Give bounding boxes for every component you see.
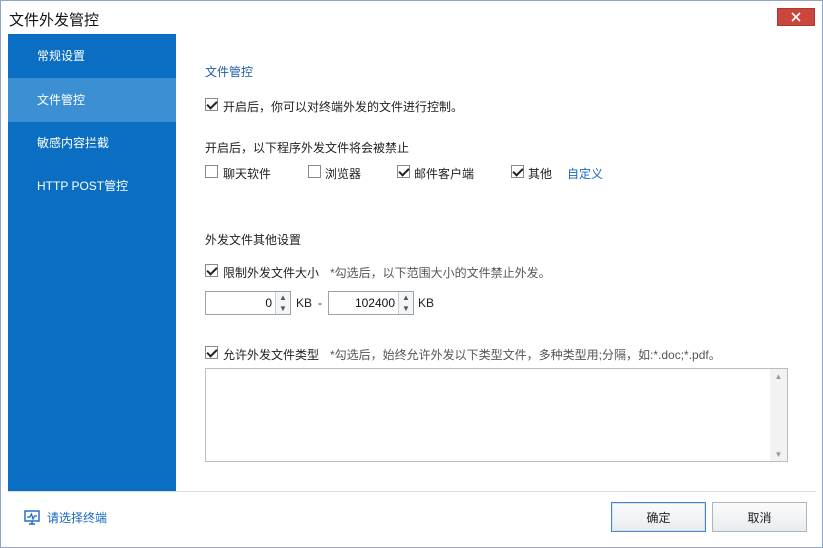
allow-types-label: 允许外发文件类型: [223, 348, 320, 362]
cancel-button[interactable]: 取消: [712, 502, 807, 532]
textarea-scrollbar[interactable]: ▲ ▼: [770, 369, 787, 461]
email-client-label: 邮件客户端: [414, 167, 475, 181]
sidebar-item-label: HTTP POST管控: [37, 179, 129, 193]
sidebar-nav: 常规设置 文件管控 敏感内容拦截 HTTP POST管控: [8, 34, 176, 491]
chat-software-checkbox[interactable]: [205, 165, 218, 178]
scroll-up-icon[interactable]: ▲: [770, 369, 787, 383]
sidebar-item-label: 常规设置: [37, 49, 86, 63]
min-size-value: 0: [265, 296, 272, 310]
select-terminal-label: 请选择终端: [47, 511, 108, 525]
programs-heading: 开启后，以下程序外发文件将会被禁止: [205, 141, 410, 155]
close-icon: [791, 12, 801, 22]
stepper-up-icon[interactable]: ▲: [276, 292, 290, 303]
chat-software-label: 聊天软件: [223, 167, 272, 181]
max-size-stepper: ▲ ▼: [398, 292, 413, 314]
stepper-up-icon[interactable]: ▲: [399, 292, 413, 303]
other-label: 其他: [528, 167, 553, 181]
sidebar-item-file-control[interactable]: 文件管控: [8, 78, 176, 122]
max-size-spinbox[interactable]: 102400 ▲ ▼: [328, 291, 414, 315]
ok-button-label: 确定: [646, 510, 671, 525]
limit-size-checkbox[interactable]: [205, 264, 218, 277]
min-size-spinbox[interactable]: 0 ▲ ▼: [205, 291, 291, 315]
sidebar-item-http-post[interactable]: HTTP POST管控: [8, 164, 176, 208]
section-title: 文件管控: [205, 65, 254, 79]
limit-size-label: 限制外发文件大小: [223, 266, 320, 280]
allow-types-checkbox[interactable]: [205, 346, 218, 359]
other-checkbox[interactable]: [511, 165, 524, 178]
stepper-down-icon[interactable]: ▼: [399, 303, 413, 314]
select-terminal-link[interactable]: 请选择终端: [24, 509, 107, 526]
sidebar-item-general[interactable]: 常规设置: [8, 34, 176, 78]
cancel-button-label: 取消: [747, 510, 772, 525]
dialog-footer: 请选择终端 确定 取消: [8, 491, 816, 543]
settings-panel: 文件管控 开启后，你可以对终端外发的文件进行控制。 开启后，以下程序外发文件将会…: [176, 34, 816, 491]
sidebar-item-label: 文件管控: [37, 93, 86, 107]
sidebar-item-label: 敏感内容拦截: [37, 136, 110, 150]
enable-file-control-checkbox[interactable]: [205, 98, 218, 111]
min-size-unit: KB: [296, 296, 313, 310]
other-settings-heading: 外发文件其他设置: [205, 233, 302, 247]
customize-link[interactable]: 自定义: [567, 165, 603, 182]
window-title: 文件外发管控: [9, 12, 100, 29]
min-size-stepper: ▲ ▼: [275, 292, 290, 314]
limit-size-hint: *勾选后，以下范围大小的文件禁止外发。: [330, 266, 551, 280]
allowed-types-textarea[interactable]: ▲ ▼: [205, 368, 788, 462]
close-button[interactable]: [777, 8, 815, 26]
browser-checkbox[interactable]: [308, 165, 321, 178]
allow-types-hint: *勾选后，始终允许外发以下类型文件，多种类型用;分隔，如:*.doc;*.pdf…: [330, 348, 721, 362]
scroll-down-icon[interactable]: ▼: [770, 447, 787, 461]
size-range-separator: -: [318, 296, 322, 310]
title-bar: 文件外发管控: [1, 1, 822, 34]
enable-file-control-label: 开启后，你可以对终端外发的文件进行控制。: [223, 100, 464, 114]
sidebar-item-sensitive-content[interactable]: 敏感内容拦截: [8, 121, 176, 165]
terminal-monitor-icon: [24, 510, 40, 525]
email-client-checkbox[interactable]: [397, 165, 410, 178]
max-size-value: 102400: [354, 296, 395, 310]
ok-button[interactable]: 确定: [611, 502, 706, 532]
max-size-unit: KB: [418, 296, 435, 310]
stepper-down-icon[interactable]: ▼: [276, 303, 290, 314]
browser-label: 浏览器: [325, 167, 362, 181]
dialog-window: 文件外发管控 常规设置 文件管控 敏感内容拦截 HTTP POST管控 文件管控…: [0, 0, 823, 548]
